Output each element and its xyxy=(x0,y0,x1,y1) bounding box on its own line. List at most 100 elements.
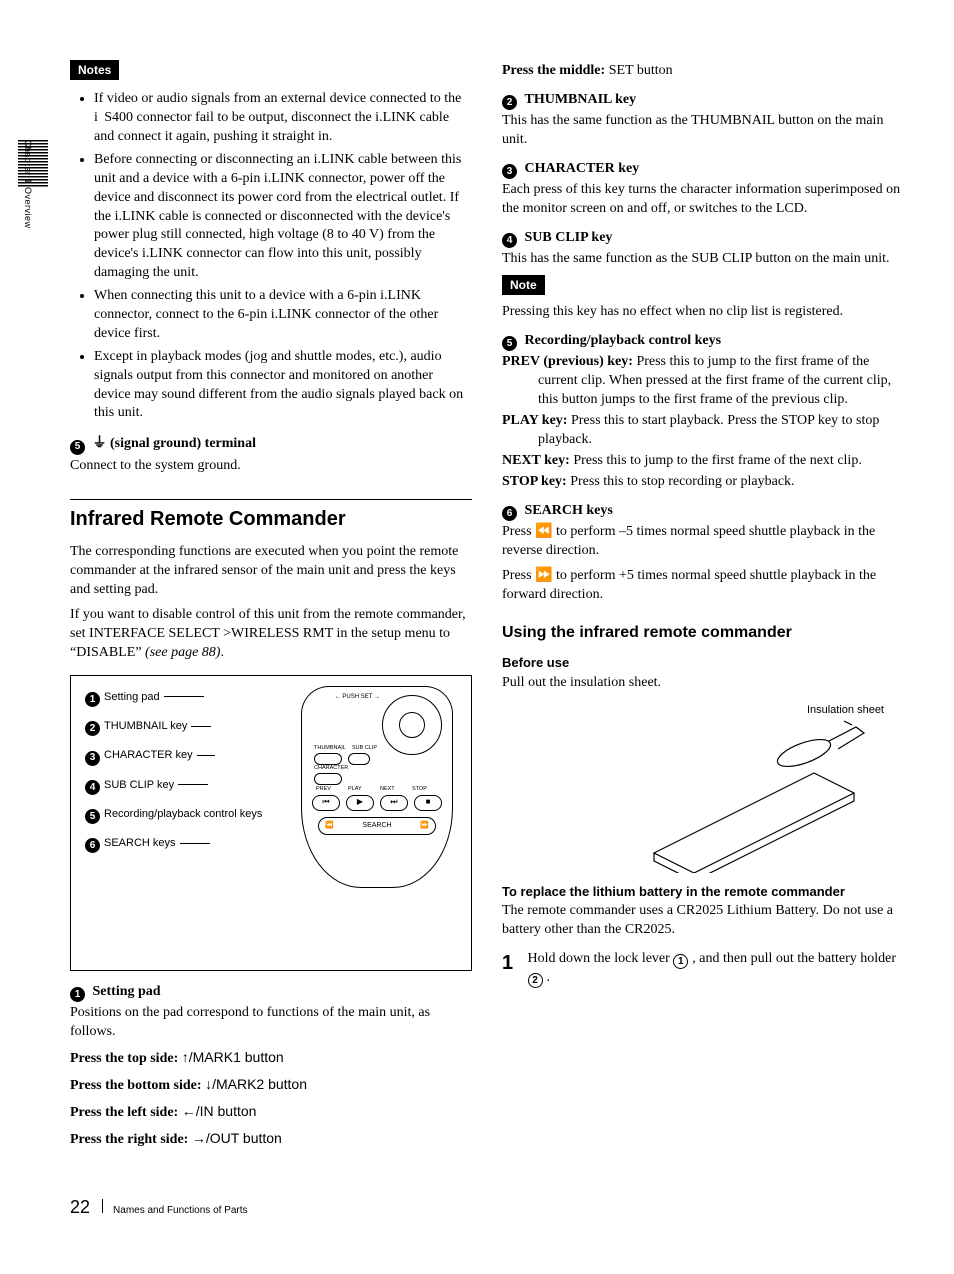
press-right-label: Press the right side: xyxy=(70,1132,192,1147)
setting-pad-icon xyxy=(382,695,442,755)
note-bullet: Except in playback modes (jog and shuttl… xyxy=(94,348,472,424)
play-row: ⏮ ▶ ⏭ ■ xyxy=(312,795,442,811)
note-text: Pressing this key has no effect when no … xyxy=(502,303,904,322)
prev-key-desc: PREV (previous) key: Press this to jump … xyxy=(502,353,904,410)
footer-separator xyxy=(102,1199,103,1213)
item-2-text: This has the same function as the THUMBN… xyxy=(502,112,904,150)
leader-line xyxy=(178,784,208,785)
press-bottom-label: Press the bottom side: xyxy=(70,1078,205,1093)
section-title: Infrared Remote Commander xyxy=(70,499,472,533)
item-5-head: 5 Recording/playback control keys xyxy=(502,332,904,351)
item-3-head: 3 CHARACTER key xyxy=(502,160,904,179)
leader-line xyxy=(180,843,210,844)
insulation-label: Insulation sheet xyxy=(807,703,884,718)
play-label: PLAY key: xyxy=(502,413,571,428)
item-4-head: 4 SUB CLIP key xyxy=(502,229,904,248)
circled-1-icon: 1 xyxy=(673,954,688,969)
using-title: Using the infrared remote commander xyxy=(502,622,904,644)
intro-paragraph-2: If you want to disable control of this u… xyxy=(70,606,472,663)
press-top: Press the top side: ↑/MARK1 button xyxy=(70,1048,472,1069)
thumbnail-btn-icon xyxy=(314,753,342,765)
number-1-icon: 1 xyxy=(70,987,85,1002)
play-key-desc: PLAY key: Press this to start playback. … xyxy=(502,412,904,450)
press-left-value: ←/IN button xyxy=(182,1103,257,1119)
item-4-title: SUB CLIP key xyxy=(525,230,613,245)
next-text: Press this to jump to the first frame of… xyxy=(573,453,862,468)
insulation-drawing-icon xyxy=(604,703,904,873)
press-right-value: →/OUT button xyxy=(192,1130,282,1146)
side-chapter-tab: Chapter 1 Overview xyxy=(22,140,34,229)
stop-text: Press this to stop recording or playback… xyxy=(570,474,794,489)
item-4-text: This has the same function as the SUB CL… xyxy=(502,250,904,269)
prev-label: PREV xyxy=(316,786,331,793)
rw-icon: ⏪ xyxy=(325,821,334,830)
notes-list: If video or audio signals from an extern… xyxy=(70,90,472,423)
step1-a: Hold down the lock lever xyxy=(528,951,674,966)
d-label-6: SEARCH keys xyxy=(104,837,176,849)
page-content: Notes If video or audio signals from an … xyxy=(70,60,904,1155)
right-column: Press the middle: SET button 2 THUMBNAIL… xyxy=(502,60,904,1155)
item-5-title: Recording/playback control keys xyxy=(525,333,722,348)
item-5-head: 5 ⏚ (signal ground) terminal xyxy=(70,435,472,454)
character-btn-icon xyxy=(314,773,342,785)
stop-key-desc: STOP key: Press this to stop recording o… xyxy=(502,473,904,492)
press-left-label: Press the left side: xyxy=(70,1105,182,1120)
item-5-text: Connect to the system ground. xyxy=(70,457,472,476)
before-use-title: Before use xyxy=(502,654,904,672)
note-badge: Note xyxy=(502,275,545,295)
note-bullet: If video or audio signals from an extern… xyxy=(94,90,472,147)
left-column: Notes If video or audio signals from an … xyxy=(70,60,472,1155)
press-middle-label: Press the middle: xyxy=(502,63,609,78)
press-top-label: Press the top side: xyxy=(70,1051,182,1066)
page-footer: 22 Names and Functions of Parts xyxy=(70,1195,904,1219)
d-num-6: 6 xyxy=(85,838,100,853)
next-label: NEXT key: xyxy=(502,453,573,468)
ff-icon: ⏩ xyxy=(420,821,429,830)
press-middle-value: SET button xyxy=(609,63,673,78)
intro-paragraph-1: The corresponding functions are executed… xyxy=(70,543,472,600)
leader-line xyxy=(164,696,204,697)
item-1-text: Positions on the pad correspond to funct… xyxy=(70,1004,472,1042)
prev-btn-icon: ⏮ xyxy=(312,795,340,811)
prev-label: PREV (previous) key: xyxy=(502,354,636,369)
number-3-icon: 3 xyxy=(502,164,517,179)
insulation-figure: Insulation sheet xyxy=(604,703,904,873)
note-bullet: When connecting this unit to a device wi… xyxy=(94,287,472,344)
step1-b: , and then pull out the battery holder xyxy=(692,951,896,966)
item-6-head: 6 SEARCH keys xyxy=(502,502,904,521)
d-label-3: CHARACTER key xyxy=(104,749,193,761)
page-number: 22 xyxy=(70,1195,90,1219)
page-ref: (see page 88) xyxy=(145,645,220,660)
number-6-icon: 6 xyxy=(502,506,517,521)
diagram-labels: 1Setting pad 2THUMBNAIL key 3CHARACTER k… xyxy=(85,690,235,866)
pad-text: ← PUSH SET → xyxy=(335,693,380,701)
play-btn-icon: ▶ xyxy=(346,795,374,811)
before-use-text: Pull out the insulation sheet. xyxy=(502,674,904,693)
footer-title: Names and Functions of Parts xyxy=(113,1204,248,1218)
d-num-3: 3 xyxy=(85,751,100,766)
step-1: 1 Hold down the lock lever 1, and then p… xyxy=(502,950,904,989)
notes-badge: Notes xyxy=(70,60,119,80)
item-2-head: 2 THUMBNAIL key xyxy=(502,91,904,110)
number-2-icon: 2 xyxy=(502,95,517,110)
item-1-head: 1 Setting pad xyxy=(70,983,472,1002)
press-top-value: ↑/MARK1 button xyxy=(182,1049,284,1065)
stop-btn-icon: ■ xyxy=(414,795,442,811)
play-label: PLAY xyxy=(348,786,362,793)
d-label-4: SUB CLIP key xyxy=(104,779,174,791)
d-num-2: 2 xyxy=(85,721,100,736)
d-label-1: Setting pad xyxy=(104,691,160,703)
search-label: SEARCH xyxy=(362,821,391,830)
stop-label: STOP key: xyxy=(502,474,570,489)
thumbnail-label: THUMBNAIL xyxy=(314,745,346,752)
search-row: ⏪ SEARCH ⏩ xyxy=(318,817,436,835)
next-btn-icon: ⏭ xyxy=(380,795,408,811)
press-bottom: Press the bottom side: ↓/MARK2 button xyxy=(70,1075,472,1096)
leader-line xyxy=(197,755,215,756)
circled-2-icon: 2 xyxy=(528,973,543,988)
intro2-tail: . xyxy=(220,645,224,660)
stop-label: STOP xyxy=(412,786,427,793)
item-6-title: SEARCH keys xyxy=(525,503,613,518)
search-rev-text: Press ⏪ to perform –5 times normal speed… xyxy=(502,523,904,561)
subclip-label: SUB CLIP xyxy=(352,745,377,752)
